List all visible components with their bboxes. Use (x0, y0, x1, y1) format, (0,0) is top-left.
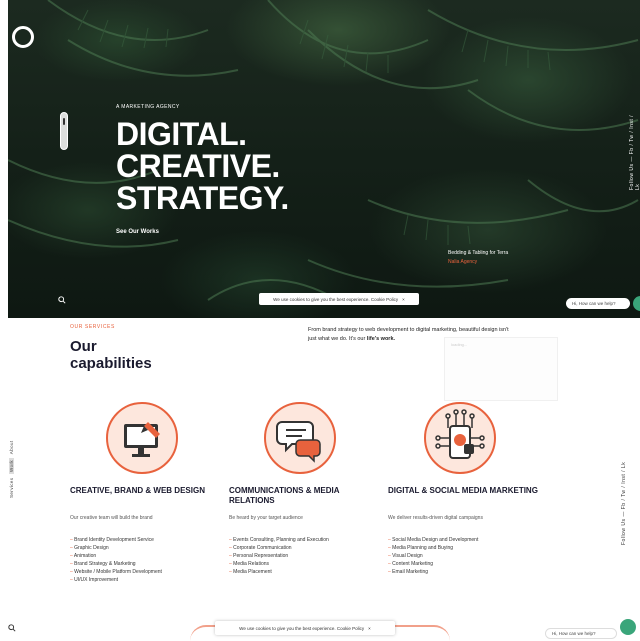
cookie-text: We use cookies to give you the best expe… (273, 296, 399, 302)
cookie-banner: We use cookies to give you the best expe… (215, 621, 395, 635)
service-item[interactable]: Content Marketing (388, 560, 538, 568)
service-item[interactable]: Media Relations (229, 560, 379, 568)
hero-headline: DIGITAL. CREATIVE. STRATEGY. (116, 118, 289, 214)
search-icon[interactable] (58, 296, 66, 306)
service-item[interactable]: Brand Identity Development Service (70, 536, 220, 544)
video-placeholder: loading... (444, 337, 558, 401)
agency-logo[interactable] (12, 26, 34, 48)
service-item[interactable]: Animation (70, 552, 220, 560)
card-description: We deliver results-driven digital campai… (388, 515, 483, 521)
footnote-text: Bedding & Tabling for Terra (448, 250, 509, 256)
service-item[interactable]: UI/UX Improvement (70, 576, 220, 584)
logo-wordmark (36, 22, 46, 58)
side-nav-about[interactable]: About (9, 440, 14, 454)
card-service-list: Social Media Design and Development Medi… (388, 536, 538, 576)
service-item[interactable]: Media Planning and Buying (388, 544, 538, 552)
hero-kicker: A MARKETING AGENCY (116, 104, 180, 110)
hero-footnote: Bedding & Tabling for Terra Nalia Agency (448, 249, 548, 267)
side-nav-services[interactable]: Services (9, 477, 14, 497)
service-item[interactable]: Media Placement (229, 568, 379, 576)
circuit-phone-icon (424, 402, 496, 474)
cookie-banner: We use cookies to give you the best expe… (259, 293, 419, 305)
service-item[interactable]: Events Consulting, Planning and Executio… (229, 536, 379, 544)
monitor-pencil-icon (106, 402, 178, 474)
cookie-close-button[interactable]: × (368, 626, 371, 631)
headline-line-3: STRATEGY. (116, 180, 289, 216)
service-item[interactable]: Brand Strategy & Marketing (70, 560, 220, 568)
chat-prompt[interactable]: Hi, How can we help? (545, 628, 617, 639)
headline-line-1: DIGITAL. (116, 116, 247, 152)
service-item[interactable]: Personal Representation (229, 552, 379, 560)
chat-prompt[interactable]: Hi, How can we help? (566, 298, 630, 309)
hero-social-links[interactable]: Follow Us — Fb / Tw / Inst / Lk (629, 110, 640, 190)
side-nav: Services Work About (9, 424, 19, 514)
capabilities-title-text: Our capabilities (70, 338, 152, 372)
intro-bold: life's work. (366, 336, 396, 342)
palm-fronds-background (8, 0, 639, 301)
service-item[interactable]: Social Media Design and Development (388, 536, 538, 544)
speech-bubbles-icon (264, 402, 336, 474)
service-item[interactable]: Corporate Communication (229, 544, 379, 552)
capabilities-social-links[interactable]: Follow Us — Fb / Tw / Inst / Lk (621, 430, 627, 545)
cookie-close-button[interactable]: × (402, 297, 405, 302)
service-item[interactable]: Graphic Design (70, 544, 220, 552)
service-item[interactable]: Visual Design (388, 552, 538, 560)
card-description: Our creative team will build the brand (70, 515, 153, 521)
see-our-works-link[interactable]: See Our Works (116, 229, 159, 235)
services-label: OUR SERVICES (70, 324, 115, 330)
card-service-list: Events Consulting, Planning and Executio… (229, 536, 379, 576)
service-item[interactable]: Website / Mobile Platform Development (70, 568, 220, 576)
side-nav-work[interactable]: Work (9, 457, 14, 474)
footnote-link[interactable]: Nalia Agency (448, 259, 477, 265)
chat-icon[interactable] (620, 619, 636, 635)
headline-line-2: CREATIVE. (116, 148, 280, 184)
scroll-indicator[interactable] (60, 112, 68, 150)
placeholder-text: loading... (451, 342, 468, 347)
hero-section: A MARKETING AGENCY DIGITAL. CREATIVE. ST… (8, 0, 640, 318)
card-title: DIGITAL & SOCIAL MEDIA MARKETING (388, 486, 538, 495)
search-icon[interactable] (8, 624, 16, 634)
card-description: Be heard by your target audience (229, 515, 303, 521)
capabilities-title: Our capabilities (70, 338, 152, 372)
card-title: CREATIVE, BRAND & WEB DESIGN (70, 486, 205, 495)
card-service-list: Brand Identity Development Service Graph… (70, 536, 220, 584)
cookie-text: We use cookies to give you the best expe… (239, 625, 365, 631)
service-item[interactable]: Email Marketing (388, 568, 538, 576)
card-title: COMMUNICATIONS & MEDIA RELATIONS (229, 486, 340, 505)
